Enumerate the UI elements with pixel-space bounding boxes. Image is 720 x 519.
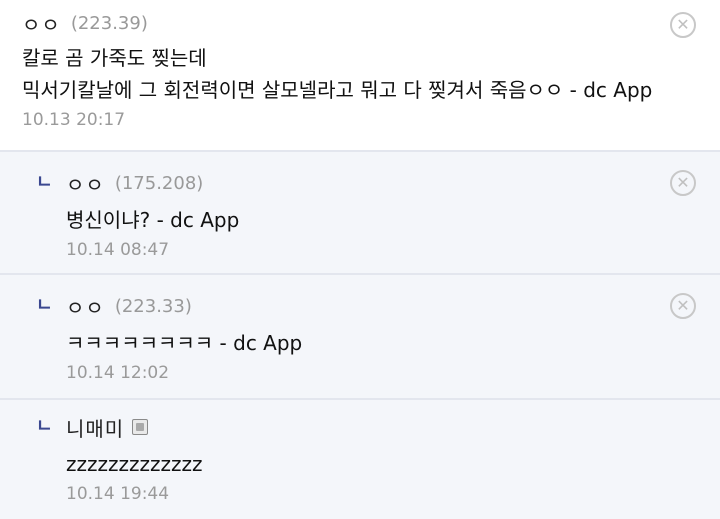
reply-item: ㄴ ㅇㅇ (223.33) ✕ ㅋㅋㅋㅋㅋㅋㅋㅋ - dc App 10.14 … [0, 275, 720, 400]
reply-date: 10.14 08:47 [66, 240, 170, 260]
reply-nickname[interactable]: 니매미 [66, 413, 124, 442]
reply-item: ㄴ 니매미 zzzzzzzzzzzzz 10.14 19:44 [0, 400, 720, 519]
reply-nickname[interactable]: ㅇㅇ [66, 292, 105, 321]
reply-item: ㄴ ㅇㅇ (175.208) ✕ 병신이냐? - dc App 10.14 08… [0, 152, 720, 275]
reply-date: 10.14 19:44 [66, 484, 170, 504]
reply-header: ㄴ ㅇㅇ (223.33) [36, 292, 696, 321]
comment-ip: (223.39) [70, 12, 148, 34]
comment-date: 10.13 20:17 [22, 110, 126, 130]
reply-ip: (175.208) [114, 172, 204, 194]
reply-body: ㅋㅋㅋㅋㅋㅋㅋㅋ - dc App [66, 331, 303, 355]
close-circle-icon[interactable]: ✕ [670, 12, 696, 38]
reply-arrow-icon: ㄴ [36, 295, 53, 316]
reply-arrow-icon: ㄴ [36, 172, 53, 193]
reply-date: 10.14 12:02 [66, 363, 170, 383]
reply-header: ㄴ ㅇㅇ (175.208) [36, 169, 696, 198]
comment-item: ㅇㅇ (223.39) ✕ 칼로 곰 가죽도 찢는데 믹서기칼날에 그 회전력이… [0, 0, 720, 152]
reply-arrow-icon: ㄴ [36, 416, 53, 437]
comment-header: ㅇㅇ (223.39) [22, 9, 696, 38]
gallery-nick-icon [132, 419, 149, 435]
close-circle-icon[interactable]: ✕ [670, 293, 696, 319]
reply-body: zzzzzzzzzzzzz [66, 452, 203, 476]
comment-line: 칼로 곰 가죽도 찢는데 [22, 46, 207, 70]
comment-line: 믹서기칼날에 그 회전력이면 살모넬라고 뭐고 다 찢겨서 죽음ㅇㅇ - dc … [22, 78, 653, 102]
comment-nickname[interactable]: ㅇㅇ [22, 9, 61, 38]
close-circle-icon[interactable]: ✕ [670, 170, 696, 196]
reply-body: 병신이냐? - dc App [66, 208, 240, 232]
comment-body: 칼로 곰 가죽도 찢는데 믹서기칼날에 그 회전력이면 살모넬라고 뭐고 다 찢… [22, 42, 696, 106]
reply-nickname[interactable]: ㅇㅇ [66, 169, 105, 198]
reply-header: ㄴ 니매미 [36, 413, 696, 442]
reply-ip: (223.33) [114, 295, 192, 317]
